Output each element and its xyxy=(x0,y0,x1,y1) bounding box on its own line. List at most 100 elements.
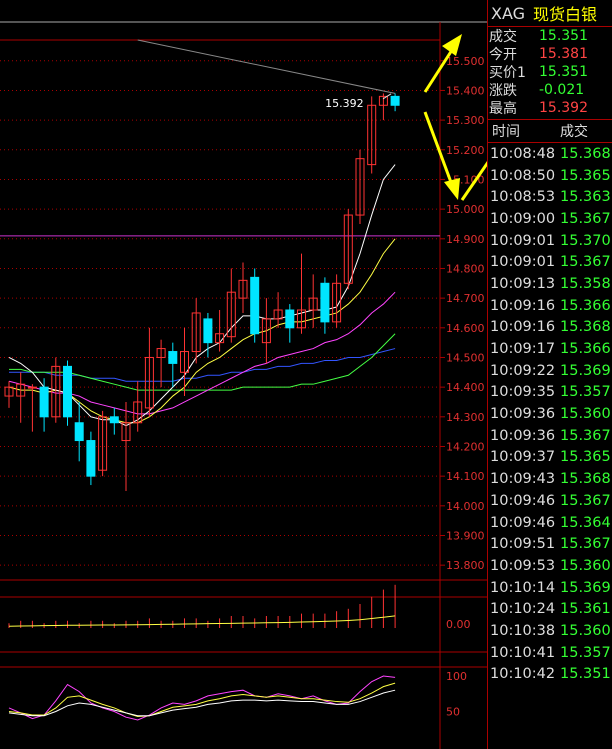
y-tick-label: 13.800 xyxy=(446,559,485,572)
trade-row: 10:09:37 15.365 xyxy=(488,447,612,469)
trade-row: 10:09:22 15.369 xyxy=(488,360,612,382)
trade-time: 10:10:14 xyxy=(490,579,556,596)
trade-time: 10:09:36 xyxy=(490,406,556,423)
trade-time: 10:09:37 xyxy=(490,449,556,466)
quote-value: 15.392 xyxy=(539,100,588,116)
y-tick-label: 15.400 xyxy=(446,84,485,97)
trade-row: 10:09:43 15.368 xyxy=(488,468,612,490)
quote-row: 最高 15.392 xyxy=(488,99,612,117)
trade-time: 10:09:00 xyxy=(490,210,556,227)
y-tick-label: 14.100 xyxy=(446,470,485,483)
y-tick-label: 15.300 xyxy=(446,114,485,127)
arrow-up-head xyxy=(442,34,462,56)
trade-price: 15.351 xyxy=(560,666,611,683)
trade-time: 10:09:01 xyxy=(490,232,556,249)
trade-price: 15.358 xyxy=(560,275,611,292)
trade-row: 10:09:35 15.357 xyxy=(488,382,612,404)
trade-price: 15.365 xyxy=(560,167,611,184)
quote-label: 今开 xyxy=(489,47,517,63)
y-tick-label: 14.400 xyxy=(446,381,485,394)
trade-time: 10:09:36 xyxy=(490,427,556,444)
trade-time: 10:09:46 xyxy=(490,492,556,509)
trade-row: 10:09:46 15.364 xyxy=(488,512,612,534)
quote-label: 买价1 xyxy=(489,65,526,81)
trade-time: 10:10:38 xyxy=(490,622,556,639)
symbol-code: XAG xyxy=(491,3,526,23)
trade-price: 15.366 xyxy=(560,297,611,314)
trade-price: 15.363 xyxy=(560,189,611,206)
y-tick-label: 14.200 xyxy=(446,440,485,453)
osc-d-line xyxy=(8,682,396,717)
quote-row: 涨跌 -0.021 xyxy=(488,81,612,99)
trade-price: 15.360 xyxy=(560,557,611,574)
candle-body xyxy=(109,416,119,424)
trades-header: 时间 成交 xyxy=(488,120,612,143)
trade-list[interactable]: 10:08:48 15.368 10:08:50 15.365 10:08:53 15.3… xyxy=(488,143,612,685)
quote-value: 15.351 xyxy=(539,28,588,44)
trade-row: 10:09:13 15.358 xyxy=(488,273,612,295)
trade-time: 10:09:17 xyxy=(490,341,556,358)
candle-body xyxy=(285,309,295,329)
trade-price: 15.360 xyxy=(560,622,611,639)
trade-row: 10:09:01 15.367 xyxy=(488,251,612,273)
trade-time: 10:09:16 xyxy=(490,319,556,336)
trade-time: 10:10:42 xyxy=(490,666,556,683)
trade-row: 10:10:42 15.351 xyxy=(488,664,612,686)
quote-row: 成交 15.351 xyxy=(488,27,612,45)
trades-header-time: 时间 xyxy=(492,124,520,140)
trade-price: 15.365 xyxy=(560,449,611,466)
candle-body xyxy=(86,440,96,477)
trade-row: 10:10:14 15.369 xyxy=(488,577,612,599)
trade-time: 10:09:22 xyxy=(490,362,556,379)
candle-body xyxy=(168,351,178,364)
quote-label: 涨跌 xyxy=(489,83,517,99)
trade-time: 10:09:35 xyxy=(490,384,556,401)
trade-price: 15.366 xyxy=(560,341,611,358)
trade-row: 10:09:16 15.368 xyxy=(488,317,612,339)
candle-body xyxy=(63,365,72,418)
trade-row: 10:09:00 15.367 xyxy=(488,208,612,230)
quote-summary: 成交 15.351 今开 15.381 买价1 15.351 涨跌 -0.021 最高 15.39… xyxy=(488,27,612,117)
quote-panel: XAG 现货白银 成交 15.351 今开 15.381 买价1 15.351 涨跌 -0.0… xyxy=(487,0,612,749)
quote-value: 15.351 xyxy=(539,64,588,80)
trade-price: 15.369 xyxy=(560,362,611,379)
trade-price: 15.361 xyxy=(560,601,611,618)
symbol-name: 现货白银 xyxy=(533,5,598,24)
quote-label: 最高 xyxy=(489,101,517,117)
candle-body xyxy=(250,276,260,335)
trade-price: 15.367 xyxy=(560,492,611,509)
high-annotation-label: 15.392 xyxy=(325,97,364,110)
candle-body xyxy=(390,95,400,106)
trade-row: 10:09:16 15.366 xyxy=(488,295,612,317)
quote-value: -0.021 xyxy=(539,82,585,98)
candlestick-chart[interactable]: 15.500 15.400 15.300 15.200 15.100 15.000 14.9… xyxy=(0,0,487,749)
candle-body xyxy=(320,282,330,323)
trade-price: 15.367 xyxy=(560,536,611,553)
candle-body xyxy=(27,386,37,389)
y-tick-label: 13.900 xyxy=(446,529,485,542)
y-tick-label: 14.000 xyxy=(446,500,485,513)
trade-row: 10:10:24 15.361 xyxy=(488,598,612,620)
quote-value: 15.381 xyxy=(539,46,588,62)
trade-time: 10:09:53 xyxy=(490,557,556,574)
y-tick-label: 14.600 xyxy=(446,322,485,335)
trade-time: 10:10:41 xyxy=(490,644,556,661)
y-tick-label: 14.500 xyxy=(446,351,485,364)
quote-label: 成交 xyxy=(489,29,517,45)
y-tick-label: 14.900 xyxy=(446,233,485,246)
trade-time: 10:10:24 xyxy=(490,601,556,618)
trade-time: 10:08:48 xyxy=(490,145,556,162)
trade-price: 15.368 xyxy=(560,145,611,162)
trend-line xyxy=(137,39,396,94)
trade-row: 10:09:36 15.360 xyxy=(488,403,612,425)
trade-row: 10:08:53 15.363 xyxy=(488,186,612,208)
trade-price: 15.367 xyxy=(560,254,611,271)
trade-row: 10:08:48 15.368 xyxy=(488,143,612,165)
trade-time: 10:09:46 xyxy=(490,514,556,531)
y-tick-label: 15.500 xyxy=(446,55,485,68)
trade-price: 15.368 xyxy=(560,471,611,488)
trade-price: 15.370 xyxy=(560,232,611,249)
trade-price: 15.357 xyxy=(560,644,611,661)
chart-svg: 15.50015.40015.30015.20015.10015.00014.9… xyxy=(0,21,487,749)
y-tick-label: 14.300 xyxy=(446,411,485,424)
